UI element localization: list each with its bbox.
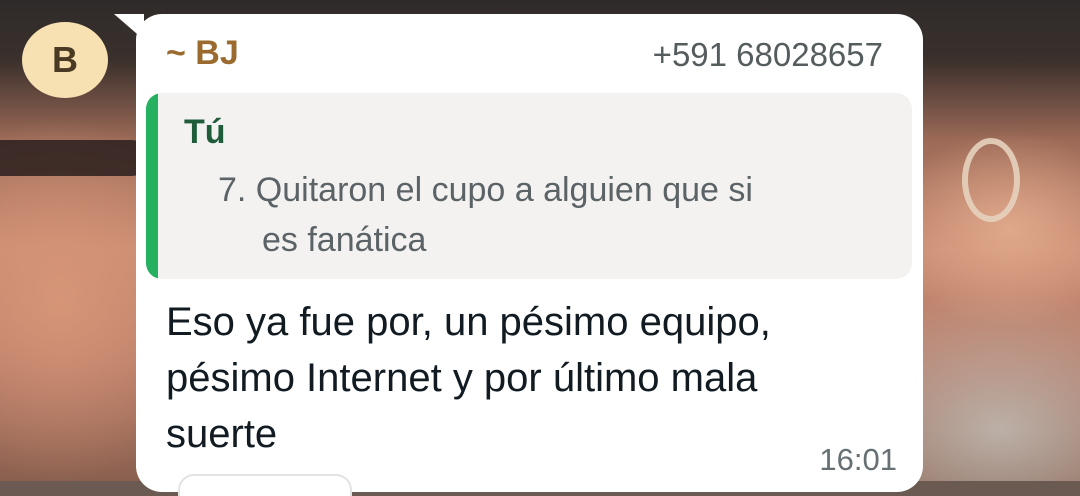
sender-name[interactable]: ~ BJ (166, 34, 239, 73)
sender-phone[interactable]: +591 68028657 (653, 36, 883, 74)
message-text-line: Eso ya fue por, un pésimo equipo, (166, 300, 771, 344)
quote-text-line: es fanática (262, 221, 427, 259)
quote-author: Tú (184, 113, 226, 151)
next-bubble-edge (178, 474, 352, 496)
message-bubble[interactable]: ~ BJ +591 68028657 Tú 7. Quitaron el cup… (136, 14, 923, 492)
avatar-initial: B (52, 39, 78, 80)
message-timestamp: 16:01 (819, 442, 897, 477)
quoted-message[interactable]: Tú 7. Quitaron el cupo a alguien que si … (146, 93, 912, 279)
quote-accent-bar (146, 93, 158, 279)
avatar[interactable]: B (22, 22, 108, 98)
quote-text-line: 7. Quitaron el cupo a alguien que si (218, 171, 753, 209)
message-text-line: suerte (166, 412, 278, 456)
wallpaper-detail (0, 140, 150, 176)
wallpaper-detail (962, 138, 1020, 222)
message-text-line: pésimo Internet y por último mala (166, 356, 758, 400)
